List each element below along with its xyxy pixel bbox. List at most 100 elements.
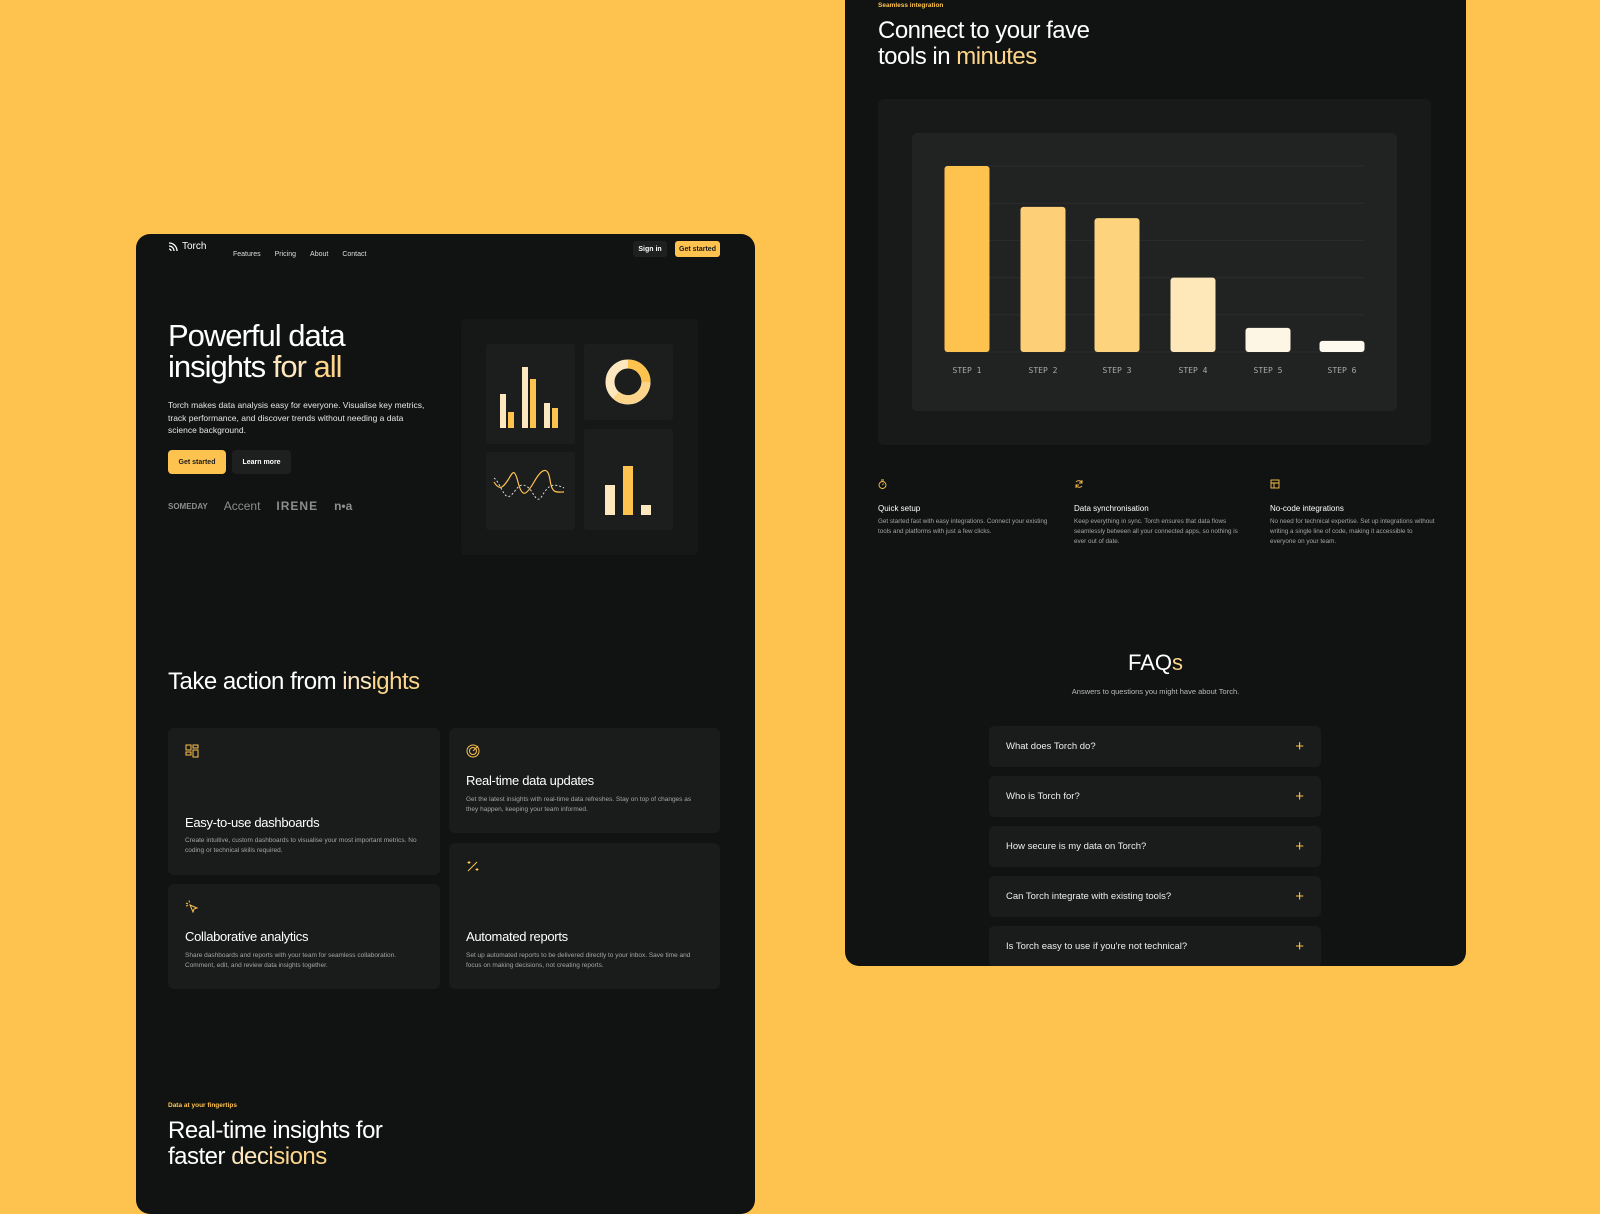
bottom-title-line1: Real-time insights for — [168, 1117, 383, 1144]
bottom-eyebrow: Data at your fingertips — [168, 1102, 237, 1109]
chart-container: STEP 1 STEP 2 STEP 3 STEP 4 STEP 5 STEP 6 — [878, 99, 1431, 445]
layout-icon — [1270, 479, 1280, 489]
faq-title: FAQs — [845, 650, 1466, 676]
hero-description: Torch makes data analysis easy for every… — [168, 400, 425, 435]
section-title: Take action from insights — [168, 668, 420, 696]
bottom-title: Real-time insights for faster decisions — [168, 1117, 383, 1170]
sign-in-button[interactable]: Sign in — [633, 241, 667, 257]
feature-title: Real-time data updates — [466, 773, 594, 788]
hero-title-cream: for — [272, 349, 314, 384]
feature-title: Automated reports — [466, 929, 568, 944]
section-title-yellow: ights — [371, 668, 420, 695]
feature-description: Share dashboards and reports with your t… — [185, 952, 396, 969]
funnel-bar-chart: STEP 1 STEP 2 STEP 3 STEP 4 STEP 5 STEP 6 — [944, 165, 1365, 375]
bar-6 — [1319, 340, 1365, 352]
x-tick-label: STEP 4 — [1179, 366, 1208, 375]
mock-donut-card — [584, 344, 673, 420]
feature-card-realtime: Real-time data updates Get the latest in… — [449, 728, 720, 833]
mock-bar-chart-2 — [605, 466, 651, 515]
faq-item[interactable]: Is Torch easy to use if you're not techn… — [989, 926, 1321, 966]
mock-bar-chart — [500, 367, 558, 428]
landing-page-left: Torch Features Pricing About Contact Sign i… — [136, 234, 755, 1214]
plus-icon[interactable]: + — [1295, 738, 1304, 755]
feature-title: Quick setup — [878, 504, 921, 513]
bar-5 — [1245, 327, 1291, 352]
logo-someday: SOMEDAY — [168, 501, 208, 511]
landing-page-right: Seamless integration Connect to your fav… — [845, 0, 1466, 966]
faq-item[interactable]: Can Torch integrate with existing tools?… — [989, 876, 1321, 917]
nav-about[interactable]: About — [310, 251, 328, 258]
section-title-white: Take action from — [168, 668, 343, 695]
feature-title: No-code integrations — [1270, 504, 1344, 513]
faq-item[interactable]: What does Torch do? + — [989, 726, 1321, 767]
signal-icon — [168, 241, 178, 251]
integration-title-white: tools in — [878, 43, 957, 70]
integration-title: Connect to your fave tools in minutes — [878, 17, 1090, 70]
stopwatch-icon — [878, 479, 887, 489]
feature-card-dashboards: Easy-to-use dashboards Create intuitive,… — [168, 728, 440, 875]
integration-feature-quick-setup: Quick setup Get started fast with easy i… — [878, 476, 1048, 537]
faq-item[interactable]: How secure is my data on Torch? + — [989, 826, 1321, 867]
faq-item[interactable]: Who is Torch for? + — [989, 776, 1321, 817]
integration-eyebrow: Seamless integration — [878, 2, 944, 9]
mock-bar-chart-card-2 — [584, 429, 673, 530]
bar-4 — [1170, 277, 1216, 352]
integration-feature-no-code: No-code integrations No need for technic… — [1270, 476, 1440, 547]
sync-icon — [1075, 480, 1083, 488]
nav-features[interactable]: Features — [233, 251, 261, 258]
mock-line-chart — [493, 469, 565, 500]
feature-description: No need for technical expertise. Set up … — [1270, 518, 1435, 545]
feature-description: Create intuitive, custom dashboards to v… — [185, 837, 417, 854]
logo-na: n•a — [334, 499, 353, 513]
feature-title: Collaborative analytics — [185, 929, 309, 944]
faq-question: What does Torch do? — [1006, 741, 1096, 752]
dashboard-icon — [185, 744, 199, 758]
cursor-click-icon — [185, 900, 199, 914]
x-tick-label: STEP 2 — [1029, 366, 1058, 375]
hero-title: Powerful data insights for all — [168, 318, 346, 384]
feature-description: Set up automated reports to be delivered… — [466, 952, 691, 969]
bottom-title-cream: dec — [231, 1143, 269, 1170]
x-tick-label: STEP 1 — [953, 366, 982, 375]
faq-subtitle: Answers to questions you might have abou… — [1071, 687, 1240, 696]
logo-text: Torch — [182, 241, 207, 252]
logo-accent: Accent — [223, 499, 261, 513]
bar-3 — [1094, 218, 1140, 352]
x-tick-label: STEP 5 — [1254, 366, 1283, 375]
chart-card: STEP 1 STEP 2 STEP 3 STEP 4 STEP 5 STEP 6 — [912, 133, 1397, 411]
feature-description: Get started fast with easy integrations.… — [878, 518, 1048, 535]
learn-more-button[interactable]: Learn more — [232, 450, 291, 474]
nav-pricing[interactable]: Pricing — [275, 251, 296, 258]
integration-title-cream: minutes — [956, 43, 1037, 70]
mock-donut-chart — [605, 359, 651, 405]
faq-question: Can Torch integrate with existing tools? — [1006, 891, 1172, 902]
faq-title-yellow: s — [1172, 650, 1183, 675]
magic-wand-icon — [467, 861, 479, 872]
plus-icon[interactable]: + — [1295, 938, 1304, 955]
logo-irene: IRENE — [276, 499, 319, 513]
plus-icon[interactable]: + — [1295, 788, 1304, 805]
feature-card-collaborative: Collaborative analytics Share dashboards… — [168, 884, 440, 989]
hero-title-yellow: all — [313, 349, 343, 384]
x-tick-label: STEP 6 — [1328, 366, 1357, 375]
customer-logos: SOMEDAY Accent IRENE n•a — [168, 499, 352, 513]
hero-title-line1: Powerful data — [168, 318, 346, 353]
hero-get-started-button[interactable]: Get started — [168, 450, 226, 474]
integration-title-line1: Connect to your fave — [878, 17, 1090, 44]
section-title-cream: ins — [342, 668, 372, 695]
nav-contact[interactable]: Contact — [342, 251, 366, 258]
x-tick-label: STEP 3 — [1103, 366, 1132, 375]
bottom-title-white: faster — [168, 1143, 232, 1170]
mock-line-chart-card — [486, 452, 575, 530]
dashboard-mockup — [461, 319, 698, 555]
plus-icon[interactable]: + — [1295, 888, 1304, 905]
radar-icon — [466, 744, 480, 758]
faq-question: How secure is my data on Torch? — [1006, 841, 1147, 852]
plus-icon[interactable]: + — [1295, 838, 1304, 855]
integration-feature-sync: Data synchronisation Keep everything in … — [1074, 476, 1244, 547]
feature-description: Get the latest insights with real-time d… — [466, 796, 692, 813]
faq-title-white: FAQ — [1127, 650, 1172, 675]
nav-get-started-button[interactable]: Get started — [675, 241, 720, 257]
bar-1 — [944, 166, 990, 352]
logo[interactable]: Torch — [168, 241, 206, 252]
